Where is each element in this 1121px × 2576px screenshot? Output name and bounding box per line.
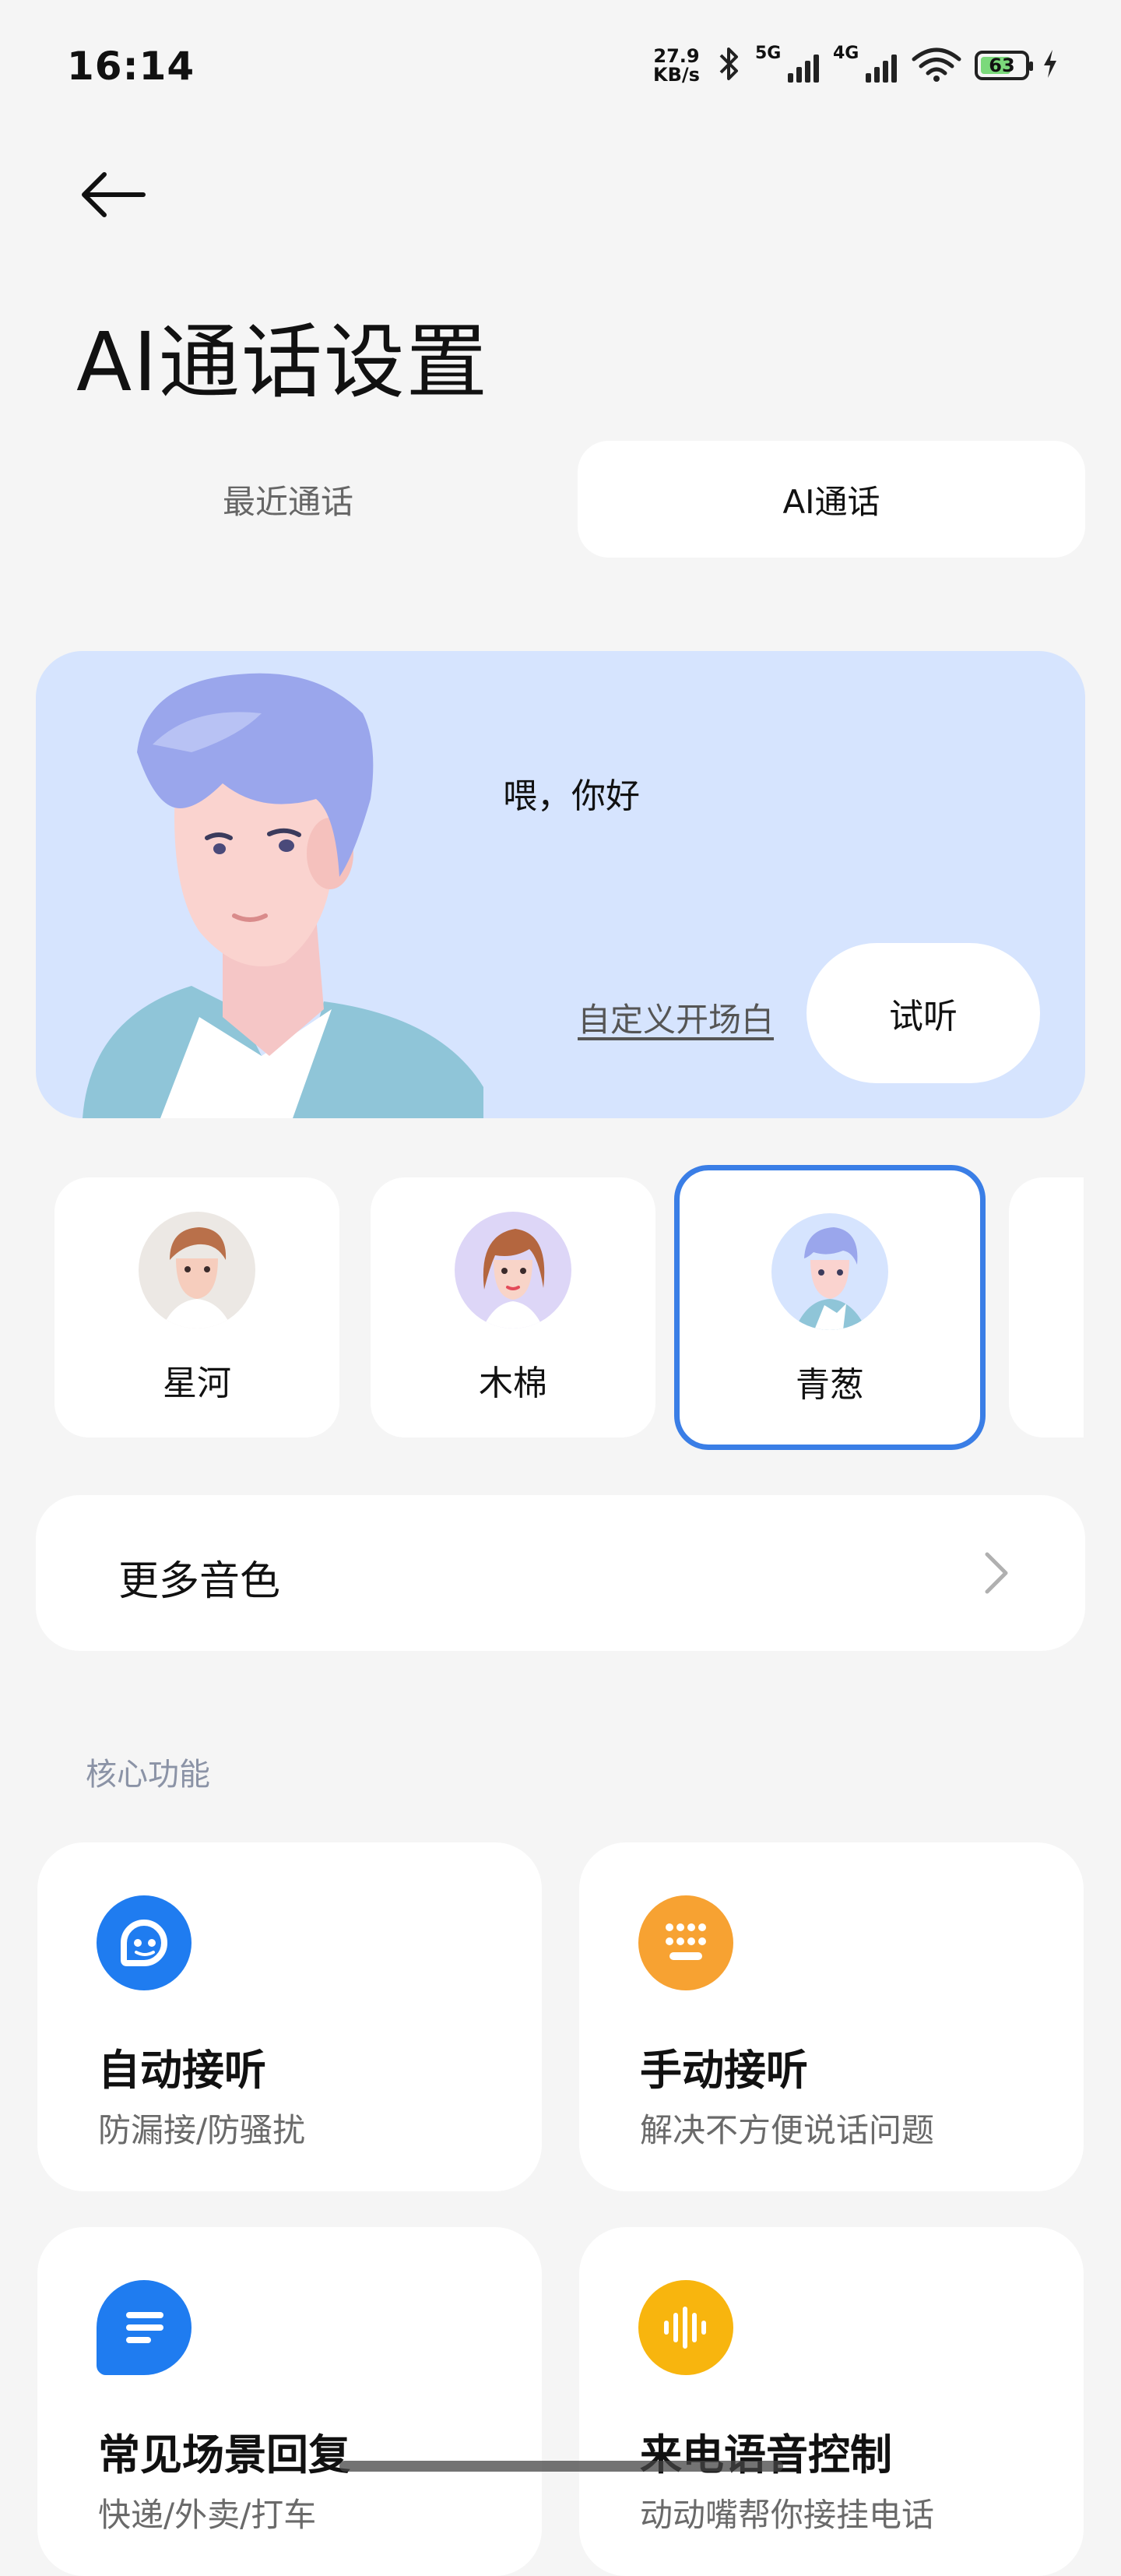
- voice-name: 星河: [163, 1364, 231, 1403]
- feature-subtitle: 快递/外卖/打车: [98, 2496, 317, 2534]
- voice-card-qingcong[interactable]: 青葱: [674, 1165, 986, 1450]
- home-indicator[interactable]: [339, 2461, 783, 2472]
- voice-wave-icon: [638, 2280, 733, 2375]
- status-icons: 27.9 KB/s 5G 4G 63: [649, 42, 1059, 89]
- voice-preview-card: 喂，你好 自定义开场白 试听: [36, 651, 1085, 1118]
- back-arrow-icon: [82, 172, 146, 217]
- more-voices-label: 更多音色: [118, 1558, 281, 1605]
- tab-recent-calls[interactable]: 最近通话: [36, 441, 540, 558]
- voice-name: 青葱: [796, 1365, 864, 1405]
- charging-icon: [1042, 48, 1059, 83]
- avatar: [771, 1213, 888, 1330]
- avatar: [139, 1212, 255, 1328]
- page-title: AI通话设置: [76, 315, 489, 410]
- character-illustration: [83, 673, 483, 1118]
- greeting-text: 喂，你好: [503, 776, 640, 816]
- status-time: 16:14: [67, 44, 195, 89]
- feature-title: 自动接听: [98, 2046, 266, 2095]
- chevron-right-icon: [985, 1552, 1008, 1594]
- back-button[interactable]: [78, 164, 156, 226]
- network-speed: 27.9 KB/s: [653, 45, 700, 86]
- listen-button[interactable]: 试听: [806, 943, 1040, 1083]
- wifi-icon: [911, 45, 962, 86]
- section-label-core: 核心功能: [86, 1757, 210, 1793]
- keypad-icon: [638, 1895, 733, 1990]
- feature-voice-control[interactable]: 来电语音控制 动动嘴帮你接挂电话: [579, 2227, 1084, 2576]
- battery-icon: 63: [975, 51, 1033, 80]
- feature-subtitle: 解决不方便说话问题: [640, 2111, 935, 2149]
- feature-title: 来电语音控制: [640, 2430, 892, 2479]
- feature-subtitle: 防漏接/防骚扰: [98, 2111, 306, 2149]
- feature-scene-reply[interactable]: 常见场景回复 快递/外卖/打车: [37, 2227, 542, 2576]
- feature-manual-answer[interactable]: 手动接听 解决不方便说话问题: [579, 1842, 1084, 2191]
- more-voices-row[interactable]: 更多音色: [36, 1495, 1085, 1651]
- signal-4g-icon: 4G: [833, 44, 898, 83]
- signal-5g-icon: 5G: [755, 44, 821, 83]
- ai-face-icon: [97, 1895, 192, 1990]
- feature-title: 常见场景回复: [98, 2430, 350, 2479]
- feature-title: 手动接听: [640, 2046, 808, 2095]
- custom-opening-link[interactable]: 自定义开场白: [578, 994, 774, 1041]
- voice-card-mumian[interactable]: 木棉: [371, 1177, 655, 1438]
- feature-subtitle: 动动嘴帮你接挂电话: [640, 2496, 935, 2534]
- feature-auto-answer[interactable]: 自动接听 防漏接/防骚扰: [37, 1842, 542, 2191]
- voice-name: 木棉: [479, 1364, 547, 1403]
- chat-lines-icon: [97, 2280, 192, 2375]
- bluetooth-icon: [716, 46, 743, 85]
- voice-card-xinghe[interactable]: 星河: [54, 1177, 339, 1438]
- avatar: [455, 1212, 571, 1328]
- tab-ai-call[interactable]: AI通话: [578, 441, 1085, 558]
- voice-card-next-partial[interactable]: [1009, 1177, 1084, 1438]
